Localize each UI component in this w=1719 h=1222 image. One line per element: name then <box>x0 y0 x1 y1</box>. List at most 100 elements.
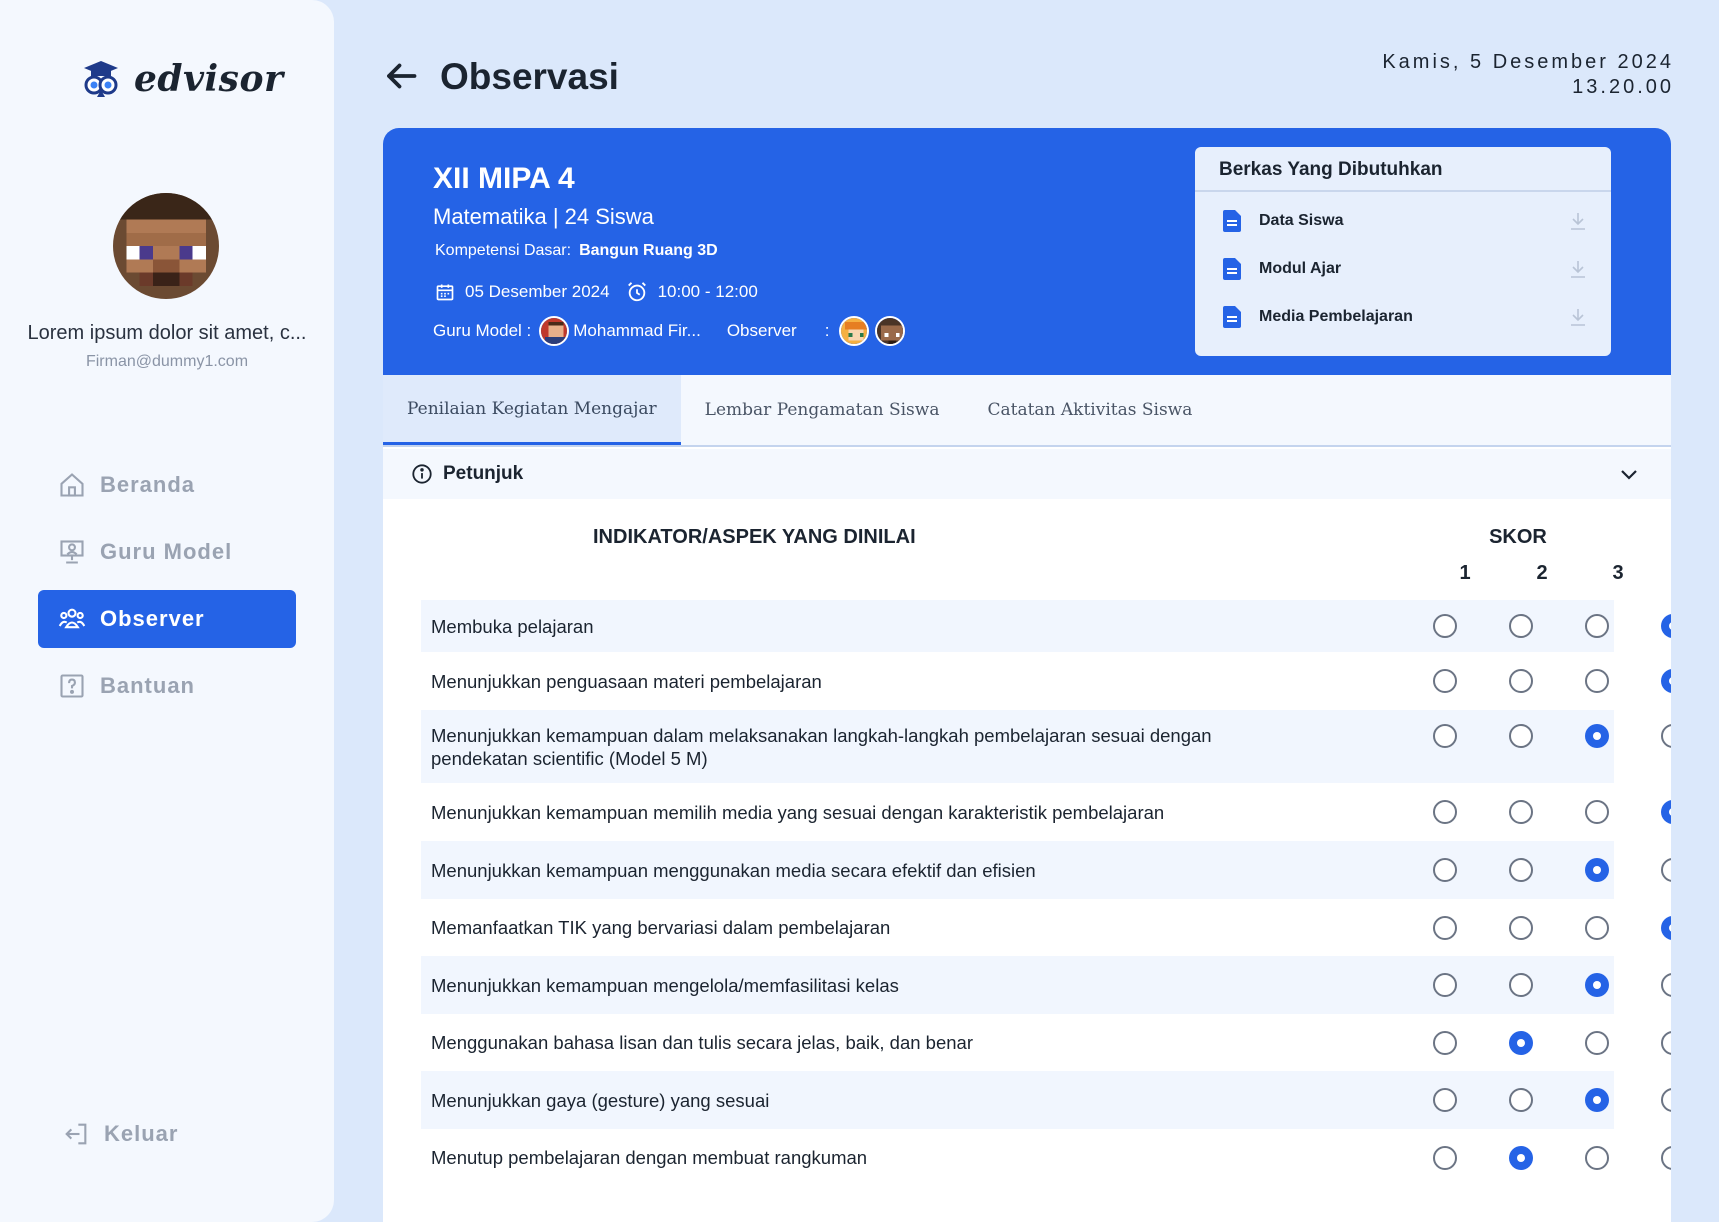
observer-avatar[interactable] <box>839 316 870 346</box>
table-row: Menunjukkan penguasaan materi pembelajar… <box>421 652 1671 710</box>
score-radio-1[interactable] <box>1433 723 1457 748</box>
current-time: 13.20.00 <box>1572 76 1674 98</box>
document-icon <box>1223 258 1241 280</box>
sidebar-item-observer[interactable]: Observer <box>38 590 296 648</box>
score-column-1: 1 <box>1459 562 1471 584</box>
kd-value: Bangun Ruang 3D <box>579 242 718 259</box>
score-radio-1[interactable] <box>1433 1030 1457 1055</box>
file-item-media-pembelajaran[interactable]: Media Pembelajaran <box>1195 293 1611 341</box>
download-icon[interactable] <box>1569 259 1587 279</box>
score-radio-4[interactable] <box>1661 614 1671 638</box>
petunjuk-accordion[interactable]: Petunjuk <box>383 449 1671 499</box>
table-row: Memanfaatkan TIK yang bervariasi dalam p… <box>421 899 1671 956</box>
score-radio-1[interactable] <box>1433 1145 1457 1170</box>
indicator-text: Memanfaatkan TIK yang bervariasi dalam p… <box>431 917 891 938</box>
sidebar-item-guru-model[interactable]: Guru Model <box>38 523 296 581</box>
table-row: Menunjukkan kemampuan memilih media yang… <box>421 783 1671 841</box>
chevron-down-icon[interactable] <box>1617 462 1641 486</box>
score-radio-4[interactable] <box>1661 669 1671 693</box>
score-radio-3[interactable] <box>1585 915 1609 940</box>
datetime: Kamis, 5 Desember 2024 13.20.00 <box>1382 50 1674 100</box>
guru-avatar[interactable] <box>539 316 570 346</box>
score-radio-4[interactable] <box>1661 858 1671 882</box>
sidebar-item-label: Bantuan <box>100 673 195 698</box>
file-item-data-siswa[interactable]: Data Siswa <box>1195 197 1611 245</box>
tab-penilaian-kegiatan-mengajar[interactable]: Penilaian Kegiatan Mengajar <box>383 375 681 445</box>
score-radio-4[interactable] <box>1661 973 1671 997</box>
kompetensi-dasar: Kompetensi Dasar: Bangun Ruang 3D <box>435 242 718 260</box>
file-name: Data Siswa <box>1259 212 1344 229</box>
table-row: Menutup pembelajaran dengan membuat rang… <box>421 1129 1671 1186</box>
score-radio-2[interactable] <box>1509 915 1533 940</box>
download-icon[interactable] <box>1569 307 1587 327</box>
required-files-panel: Berkas Yang Dibutuhkan Data Siswa Modul … <box>1195 147 1611 356</box>
assessment-table: Membuka pelajaran Menunjukkan penguasaan … <box>421 600 1671 1186</box>
file-name: Media Pembelajaran <box>1259 308 1413 325</box>
score-radio-2[interactable] <box>1509 858 1533 882</box>
score-radio-2[interactable] <box>1509 1030 1533 1055</box>
indicator-text: Menggunakan bahasa lisan dan tulis secar… <box>431 1032 974 1053</box>
score-radio-1[interactable] <box>1433 915 1457 940</box>
score-radio-4[interactable] <box>1661 800 1671 824</box>
score-radio-2[interactable] <box>1509 1145 1533 1170</box>
score-radio-1[interactable] <box>1433 614 1457 638</box>
score-radio-2[interactable] <box>1509 1088 1533 1112</box>
score-radio-3[interactable] <box>1585 973 1609 997</box>
petunjuk-label: Petunjuk <box>443 463 524 484</box>
owl-logo-icon <box>84 61 118 97</box>
kd-label: Kompetensi Dasar: <box>435 242 572 259</box>
logout-icon <box>65 1123 87 1145</box>
score-radio-2[interactable] <box>1509 800 1533 824</box>
score-radio-1[interactable] <box>1433 800 1457 824</box>
score-radio-2[interactable] <box>1509 723 1533 748</box>
user-avatar[interactable] <box>113 193 219 299</box>
score-radio-3[interactable] <box>1585 1088 1609 1112</box>
score-radio-3[interactable] <box>1585 669 1609 693</box>
table-row: Menunjukkan kemampuan mengelola/memfasil… <box>421 956 1671 1014</box>
score-column-2: 2 <box>1536 562 1548 584</box>
alarm-clock-icon <box>627 282 646 302</box>
download-icon[interactable] <box>1569 211 1587 231</box>
observer-avatar[interactable] <box>875 316 906 346</box>
file-item-modul-ajar[interactable]: Modul Ajar <box>1195 245 1611 293</box>
app-logo[interactable]: edvisor <box>82 58 283 100</box>
sidebar-item-bantuan[interactable]: Bantuan <box>38 657 296 715</box>
score-radio-4[interactable] <box>1661 1030 1671 1055</box>
tab-bar: Penilaian Kegiatan Mengajar Lembar Penga… <box>383 375 1671 447</box>
score-radio-3[interactable] <box>1585 800 1609 824</box>
score-radio-3[interactable] <box>1585 614 1609 638</box>
score-radio-3[interactable] <box>1585 1145 1609 1170</box>
back-arrow-icon[interactable] <box>383 58 419 94</box>
score-radio-1[interactable] <box>1433 858 1457 882</box>
indicator-text: Menunjukkan kemampuan dalam melaksanakan… <box>431 724 1212 769</box>
score-radio-1[interactable] <box>1433 973 1457 997</box>
score-radio-1[interactable] <box>1433 669 1457 693</box>
class-title: XII MIPA 4 <box>433 162 575 195</box>
score-radio-4[interactable] <box>1661 915 1671 940</box>
indicator-text: Menunjukkan kemampuan memilih media yang… <box>431 801 1165 823</box>
score-radio-2[interactable] <box>1509 669 1533 693</box>
guru-model-label: Guru Model : <box>433 321 532 340</box>
table-row: Membuka pelajaran <box>421 600 1671 652</box>
tab-lembar-pengamatan-siswa[interactable]: Lembar Pengamatan Siswa <box>681 375 964 445</box>
home-icon <box>60 473 84 497</box>
score-radio-4[interactable] <box>1661 723 1671 748</box>
score-radio-3[interactable] <box>1585 723 1609 748</box>
score-radio-4[interactable] <box>1661 1088 1671 1112</box>
guru-name: Mohammad Fir... <box>573 321 701 340</box>
sidebar-item-beranda[interactable]: Beranda <box>38 456 296 514</box>
logout-button[interactable]: Keluar <box>62 1120 178 1148</box>
score-radio-3[interactable] <box>1585 1030 1609 1055</box>
score-radio-2[interactable] <box>1509 973 1533 997</box>
calendar-icon <box>436 284 454 301</box>
logout-label: Keluar <box>104 1121 179 1146</box>
indicator-header: INDIKATOR/ASPEK YANG DINILAI <box>593 526 916 548</box>
score-radio-1[interactable] <box>1433 1088 1457 1112</box>
score-radio-2[interactable] <box>1509 614 1533 638</box>
score-radio-3[interactable] <box>1585 858 1609 882</box>
indicator-text: Menutup pembelajaran dengan membuat rang… <box>431 1147 868 1168</box>
tab-catatan-aktivitas-siswa[interactable]: Catatan Aktivitas Siswa <box>963 375 1216 445</box>
info-icon <box>412 464 432 484</box>
score-column-3: 3 <box>1612 562 1624 584</box>
score-radio-4[interactable] <box>1661 1145 1671 1170</box>
